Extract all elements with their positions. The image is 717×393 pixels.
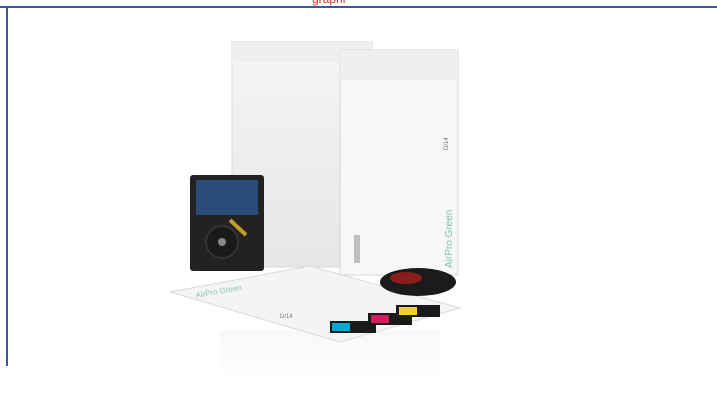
barcode [354, 235, 360, 263]
frame-top-border [0, 6, 717, 8]
ink-cartridge-yellow [396, 305, 440, 317]
envelope-front: D/14 AirPro Green [339, 49, 459, 276]
envelope-front-brand: AirPro Green [444, 210, 455, 268]
page-title-fragment: graphi [312, 0, 345, 6]
envelope-front-size-label: D/14 [444, 137, 450, 150]
hard-drive [190, 175, 264, 271]
computer-mouse [380, 268, 456, 296]
frame-left-border [6, 6, 8, 366]
product-photo: D/14 AirPro Green D/14 AirPro Green [169, 41, 462, 385]
envelope-flat-size-label: D/14 [280, 314, 293, 320]
